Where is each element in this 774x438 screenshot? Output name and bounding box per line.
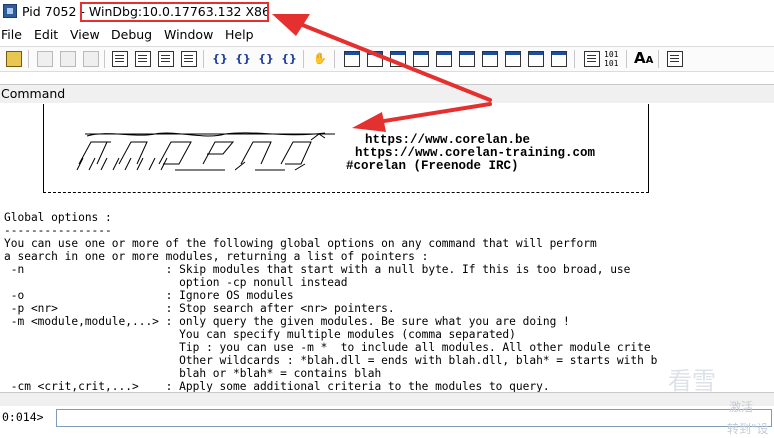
toolbar-separator <box>334 50 335 68</box>
command-window-icon[interactable] <box>344 51 360 67</box>
source-mode-toggle-icon[interactable] <box>584 51 600 67</box>
hand-icon[interactable]: ✋ <box>312 51 328 67</box>
menu-help[interactable]: Help <box>225 27 254 43</box>
font-icon[interactable]: AA <box>634 50 653 69</box>
output-line: -n : Skip modules that start with a null… <box>4 263 631 276</box>
toolbar-separator <box>303 50 304 68</box>
hex-display-icon[interactable]: 101 101 <box>604 50 618 68</box>
font-label: A <box>634 49 646 67</box>
modules-window-icon[interactable] <box>551 51 567 67</box>
source-mode-icon[interactable] <box>112 51 128 67</box>
call-stack-icon[interactable] <box>459 51 475 67</box>
locals-window-icon[interactable] <box>390 51 406 67</box>
memory-window-icon[interactable] <box>436 51 452 67</box>
output-line: blah or *blah* = contains blah <box>4 367 382 380</box>
output-line: You can use one or more of the following… <box>4 237 597 250</box>
command-pane-header: Command <box>0 84 774 103</box>
output-line: option -cp nonull instead <box>4 276 348 289</box>
hex-label-bottom: 101 <box>604 59 619 68</box>
output-line: Tip : you can use -m * to include all mo… <box>4 341 651 354</box>
output-line: ---------------- <box>4 224 112 237</box>
toolbar-separator <box>203 50 204 68</box>
step-out-icon[interactable] <box>181 51 197 67</box>
watermark-activate: 激活 <box>729 400 754 414</box>
processes-threads-icon[interactable] <box>528 51 544 67</box>
output-line: -cm <crit,crit,...> : Apply some additio… <box>4 380 550 392</box>
menu-edit[interactable]: Edit <box>34 27 58 43</box>
watermark-text: 看雪 <box>668 367 716 395</box>
title-bar: Pid 7052 - WinDbg:10.0.17763.132 X86 <box>0 0 774 24</box>
menu-debug[interactable]: Debug <box>111 27 152 43</box>
open-icon[interactable] <box>6 51 22 67</box>
title-prefix: Pid 7052 - <box>22 4 89 19</box>
command-output[interactable]: https://www.corelan.be https://www.corel… <box>0 104 774 392</box>
output-line: a search in one or more modules, returni… <box>4 250 429 263</box>
command-input-row: 0:014> <box>0 407 774 429</box>
options-icon[interactable] <box>667 51 683 67</box>
output-status-strip <box>0 392 774 406</box>
toolbar-separator <box>28 50 29 68</box>
step-into-icon[interactable] <box>135 51 151 67</box>
output-line: -o : Ignore OS modules <box>4 289 294 302</box>
output-line: Other wildcards : *blah.dll = ends with … <box>4 354 658 367</box>
output-line: You can specify multiple modules (comma … <box>4 328 516 341</box>
cut-icon[interactable] <box>37 51 53 67</box>
windbg-app-icon[interactable] <box>3 4 17 18</box>
toolbar-separator <box>574 50 575 68</box>
output-line: -p <nr> : Stop search after <nr> pointer… <box>4 302 395 315</box>
watermark-settings: 转到"设 <box>727 422 769 436</box>
menu-bar: File Edit View Debug Window Help <box>0 25 774 45</box>
paste-icon[interactable] <box>83 51 99 67</box>
toolbar-separator <box>626 50 627 68</box>
scratch-pad-icon[interactable] <box>505 51 521 67</box>
copy-icon[interactable] <box>60 51 76 67</box>
banner-irc: #corelan (Freenode IRC) <box>346 159 519 173</box>
run-to-cursor-icon[interactable]: {} <box>212 51 228 67</box>
title-highlight-box <box>80 2 269 22</box>
command-input[interactable] <box>56 409 772 427</box>
toolbar-separator <box>104 50 105 68</box>
step-over-icon[interactable] <box>158 51 174 67</box>
corelan-logo <box>76 132 335 171</box>
menu-view[interactable]: View <box>70 27 100 43</box>
output-line: Global options : <box>4 211 112 224</box>
step-into-source-icon[interactable]: {} <box>258 51 274 67</box>
command-pane-title: Command <box>1 86 66 101</box>
watch-window-icon[interactable] <box>367 51 383 67</box>
menu-file[interactable]: File <box>1 27 22 43</box>
menu-window[interactable]: Window <box>164 27 213 43</box>
toolbar-separator <box>658 50 659 68</box>
toolbar: {} {} {} {} ✋ 101 101 AA <box>0 46 774 72</box>
registers-window-icon[interactable] <box>413 51 429 67</box>
hex-label-top: 101 <box>604 50 619 59</box>
command-prompt: 0:014> <box>2 410 44 424</box>
output-line: -m <module,module,...> : only query the … <box>4 315 570 328</box>
step-out-source-icon[interactable]: {} <box>281 51 297 67</box>
breakpoint-icon[interactable]: {} <box>235 51 251 67</box>
disassembly-icon[interactable] <box>482 51 498 67</box>
